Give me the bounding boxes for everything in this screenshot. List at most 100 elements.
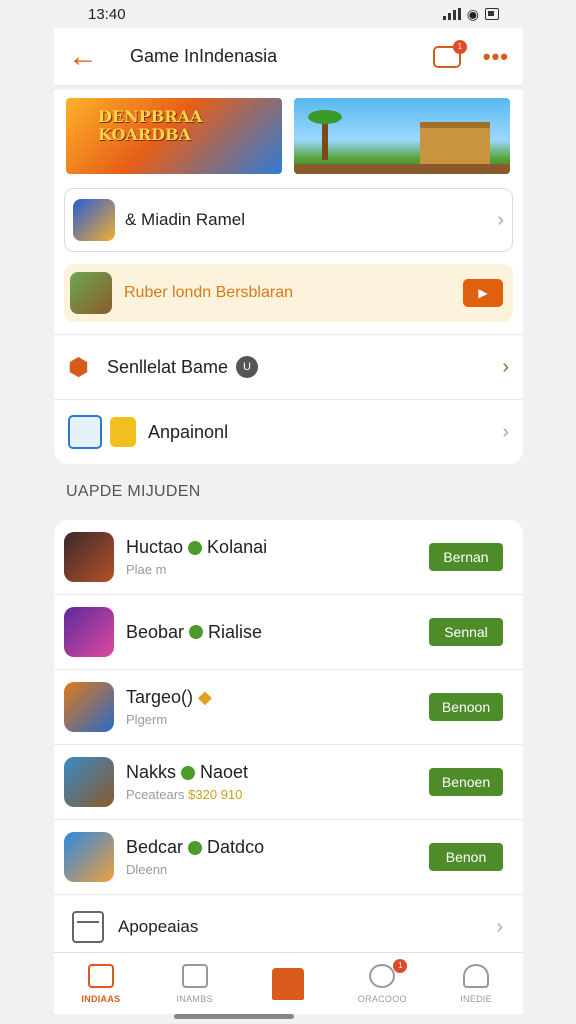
game-subtitle: Plae m: [126, 562, 167, 577]
verified-icon: [189, 625, 204, 639]
promo-character-icon: [70, 272, 112, 314]
more-options-icon[interactable]: •••: [483, 44, 509, 70]
ground-illustration: [294, 164, 510, 174]
box-icon: ⬢: [68, 353, 89, 381]
notification-badge: 1: [452, 39, 467, 54]
game-name: Targeo() ◆: [126, 687, 429, 708]
game-row[interactable]: Beobar Rialise Sennal: [54, 595, 523, 670]
message-icon[interactable]: 1: [432, 39, 467, 68]
feature-row-label: & Miadin Ramel: [125, 210, 245, 229]
game-icon: [64, 682, 114, 732]
chevron-right-icon: ›: [502, 420, 509, 443]
section-heading: UAPDE MIJUDEN: [66, 483, 201, 500]
home-indicator: [174, 1014, 294, 1019]
game-title-2: Kolanai: [207, 537, 268, 557]
banner-carousel: DENPBRAA KOARDBA: [54, 98, 523, 174]
tab-games[interactable]: INAMBS: [148, 953, 242, 1014]
game-icon: [64, 607, 114, 657]
promo-banner[interactable]: Ruber londn Bersblaran ▶: [64, 264, 513, 322]
menu-row-senllelat[interactable]: ⬢ Senllelat Bame U ›: [54, 334, 523, 399]
game-title: Beobar: [126, 621, 185, 642]
banner-logo-text: DENPBRAA KOARDBA: [98, 107, 203, 145]
game-price: $320 910: [188, 787, 243, 802]
feature-row[interactable]: & Miadin Ramel ›: [64, 188, 513, 252]
game-subtitle: Dleenn: [126, 862, 168, 877]
menu-row-text: Senllelat Bame: [106, 356, 229, 377]
game-title: Huctao: [126, 537, 184, 557]
house-icon: [272, 967, 305, 1000]
game-info: Bedcar Datdco Dleenn: [114, 837, 429, 877]
tab-badge: 1: [393, 959, 408, 973]
game-subtitle: Plgerm: [126, 712, 168, 727]
game-title: Targeo(): [126, 687, 194, 707]
user-icon: [463, 963, 490, 988]
game-subtitle-text: Pceatears: [126, 787, 185, 802]
app-header: ← Game InIndenasia 1 •••: [54, 28, 523, 86]
game-title-2: Rialise: [208, 621, 263, 642]
battery-icon: [485, 8, 499, 20]
image-icon: [68, 415, 102, 449]
chevron-right-icon: ›: [496, 915, 503, 938]
game-list: Huctao Kolanai Plae m Bernan Beobar Rial…: [54, 520, 523, 959]
status-time: 13:40: [88, 5, 126, 23]
game-title-2: Naoet: [200, 762, 249, 782]
game-subtitle: Pceatears $320 910: [126, 787, 429, 802]
tab-chat[interactable]: 1 ORACOOO: [335, 953, 429, 1014]
coin-icon: [110, 417, 136, 447]
tab-home[interactable]: INDIAAS: [54, 953, 148, 1014]
banner-1[interactable]: DENPBRAA KOARDBA: [66, 98, 282, 174]
game-action-button[interactable]: Bernan: [429, 543, 503, 571]
chat-icon: [369, 963, 396, 988]
palm-tree-illustration: [308, 110, 342, 160]
temple-illustration: [420, 122, 490, 166]
page-title: Game InIndenasia: [130, 46, 278, 66]
game-row[interactable]: Huctao Kolanai Plae m Bernan: [54, 520, 523, 595]
signal-icon: [442, 8, 461, 20]
game-row[interactable]: Bedcar Datdco Dleenn Benon: [54, 820, 523, 895]
game-name: Nakks Naoet: [126, 762, 429, 783]
game-name: Bedcar Datdco: [126, 837, 429, 858]
coins-icon: ◆: [198, 687, 212, 707]
game-info: Targeo() ◆ Plgerm: [114, 687, 429, 727]
game-row[interactable]: Targeo() ◆ Plgerm Benoon: [54, 670, 523, 745]
home-icon: [87, 963, 114, 988]
game-info: Nakks Naoet Pceatears $320 910: [114, 762, 429, 802]
game-title-2: Datdco: [207, 837, 265, 857]
game-title: Nakks: [126, 762, 177, 782]
tab-center[interactable]: [242, 953, 336, 1014]
phone-screen: 13:40 ◉ ← Game InIndenasia 1 ••• DENPBRA…: [54, 0, 523, 1024]
promo-label: Ruber londn Bersblaran: [124, 284, 293, 301]
tab-label: ORACOOO: [357, 993, 407, 1004]
verified-icon: [181, 765, 196, 780]
game-action-button[interactable]: Benon: [429, 843, 503, 871]
archive-box-icon: [72, 911, 104, 943]
game-title: Bedcar: [126, 837, 184, 857]
play-button[interactable]: ▶: [463, 279, 503, 307]
menu-row-label: Anpainonl: [148, 421, 229, 442]
verified-icon: [188, 540, 203, 555]
game-info: Huctao Kolanai Plae m: [114, 537, 429, 577]
more-row[interactable]: Apopeaias ›: [54, 895, 523, 959]
status-bar: 13:40 ◉: [54, 0, 523, 28]
store-icon: [181, 963, 208, 988]
game-action-button[interactable]: Sennal: [429, 618, 503, 646]
tab-label: INAMBS: [176, 993, 213, 1004]
game-action-button[interactable]: Benoen: [429, 768, 503, 796]
tab-label: INEDIE: [460, 993, 492, 1004]
game-icon: [64, 532, 114, 582]
tab-profile[interactable]: INEDIE: [429, 953, 523, 1014]
game-row[interactable]: Nakks Naoet Pceatears $320 910 Benoen: [54, 745, 523, 820]
status-icons: ◉: [442, 5, 499, 23]
banner-2[interactable]: [294, 98, 510, 174]
wifi-icon: ◉: [466, 5, 479, 22]
game-name: Huctao Kolanai: [126, 537, 429, 558]
chevron-right-icon: ›: [497, 208, 504, 231]
bottom-tab-bar: INDIAAS INAMBS 1 ORACOOO INEDIE: [54, 952, 523, 1014]
top-card: DENPBRAA KOARDBA & Miadin Ramel › Ruber …: [54, 90, 523, 464]
game-name: Beobar Rialise: [126, 622, 429, 643]
game-action-button[interactable]: Benoon: [429, 693, 503, 721]
tab-label: INDIAAS: [81, 993, 121, 1004]
menu-row-anpainonl[interactable]: Anpainonl ›: [54, 399, 523, 464]
menu-row-badge: U: [236, 356, 259, 378]
back-arrow-icon[interactable]: ←: [68, 41, 118, 72]
